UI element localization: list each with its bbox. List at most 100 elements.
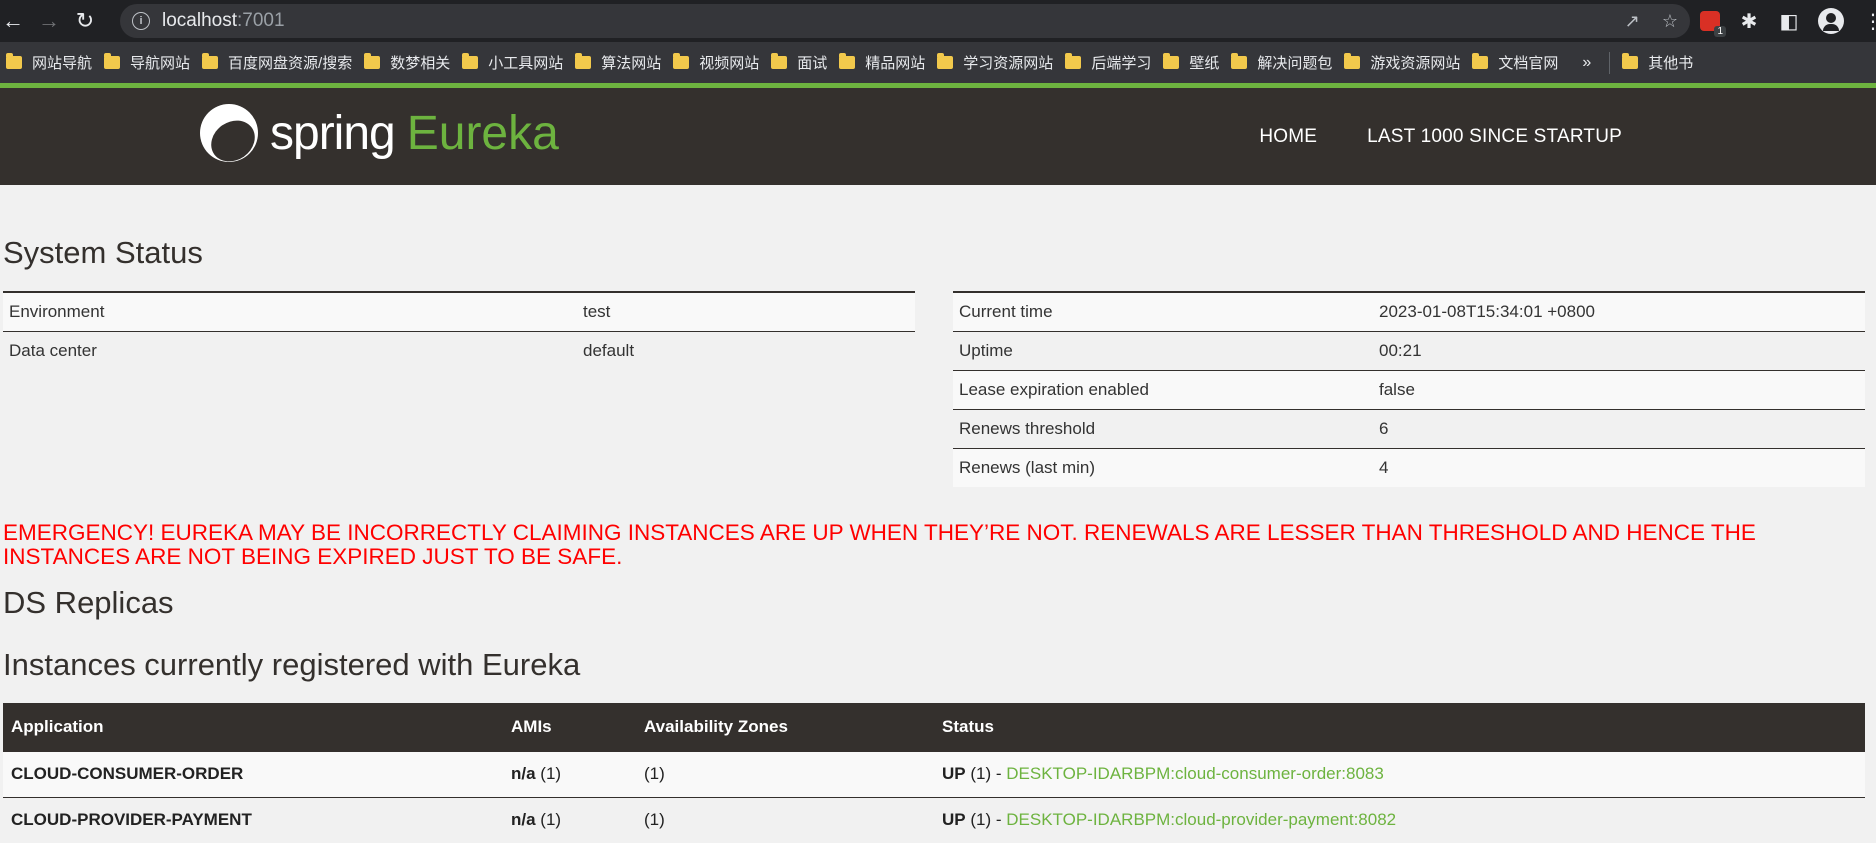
address-bar[interactable]: i localhost:7001 ↗ ☆ — [120, 4, 1690, 38]
bookmark-folder[interactable]: 精品网站 — [837, 48, 935, 78]
status-value: 4 — [1373, 447, 1865, 487]
table-row: CLOUD-CONSUMER-ORDER n/a (1) (1) UP (1) … — [3, 750, 1865, 797]
table-row: Data center default — [3, 330, 915, 370]
instance-link[interactable]: DESKTOP-IDARBPM:cloud-consumer-order:808… — [1006, 764, 1384, 783]
nav-last-1000-link[interactable]: LAST 1000 SINCE STARTUP — [1367, 126, 1622, 148]
system-status-heading: System Status — [3, 235, 203, 270]
status-value: 2023-01-08T15:34:01 +0800 — [1373, 291, 1865, 331]
bookmark-folder[interactable]: 解决问题包 — [1229, 48, 1342, 78]
system-status-right-table: Current time 2023-01-08T15:34:01 +0800 U… — [953, 291, 1865, 487]
bookmarks-divider — [1609, 51, 1611, 74]
extension-badge: 1 — [1714, 26, 1726, 37]
bookmark-folder[interactable]: 文档官网 — [1470, 48, 1568, 78]
folder-icon — [6, 53, 22, 69]
top-nav: HOME LAST 1000 SINCE STARTUP — [1259, 88, 1622, 185]
folder-icon — [1472, 53, 1489, 69]
bookmark-folder[interactable]: 后端学习 — [1063, 48, 1161, 78]
amis-cell: n/a (1) — [503, 750, 636, 797]
browser-toolbar: ← → ↻ i localhost:7001 ↗ ☆ 1 ✱ ◧ ⋮ — [0, 0, 1876, 42]
bookmark-folder[interactable]: 视频网站 — [671, 48, 769, 78]
amis-cell: n/a (1) — [503, 796, 636, 843]
folder-icon — [1622, 53, 1639, 69]
folder-icon — [673, 53, 690, 69]
application-name: CLOUD-CONSUMER-ORDER — [3, 750, 503, 797]
instances-table: Application AMIs Availability Zones Stat… — [3, 703, 1865, 843]
availability-zones-cell: (1) — [636, 750, 934, 797]
bookmarks-bar: 网站导航 导航网站 百度网盘资源/搜索 数梦相关 小工具网站 算法网站 视频网站… — [0, 42, 1876, 83]
reload-icon[interactable]: ↻ — [72, 8, 98, 34]
spring-eureka-logo[interactable]: spring Eureka — [200, 102, 559, 164]
status-key: Current time — [953, 291, 1373, 331]
folder-icon — [202, 53, 219, 69]
status-value: 00:21 — [1373, 330, 1865, 370]
status-key: Lease expiration enabled — [953, 369, 1373, 409]
table-row: Current time 2023-01-08T15:34:01 +0800 — [953, 291, 1865, 331]
system-status-left-table: Environment test Data center default — [3, 291, 915, 370]
status-key: Data center — [3, 330, 577, 370]
back-icon[interactable]: ← — [0, 8, 26, 34]
bookmark-folder[interactable]: 小工具网站 — [460, 48, 573, 78]
folder-icon — [1231, 53, 1248, 69]
bookmarks-overflow-button[interactable]: » — [1582, 54, 1591, 72]
column-header-status: Status — [934, 703, 1865, 751]
bookmark-folder[interactable]: 网站导航 — [4, 48, 102, 78]
other-bookmarks-folder[interactable]: 其他书 — [1620, 48, 1703, 78]
folder-icon — [1163, 53, 1180, 69]
bookmark-folder[interactable]: 百度网盘资源/搜索 — [200, 48, 362, 78]
folder-icon — [1065, 53, 1082, 69]
status-key: Renews threshold — [953, 408, 1373, 448]
bookmark-folder[interactable]: 面试 — [769, 48, 837, 78]
bookmark-star-icon[interactable]: ☆ — [1662, 11, 1678, 32]
status-value: default — [577, 330, 915, 370]
status-value: 6 — [1373, 408, 1865, 448]
application-name: CLOUD-PROVIDER-PAYMENT — [3, 796, 503, 843]
table-header-row: Application AMIs Availability Zones Stat… — [3, 703, 1865, 751]
forward-icon[interactable]: → — [36, 8, 62, 34]
menu-kebab-icon[interactable]: ⋮ — [1862, 9, 1876, 34]
table-row: Uptime 00:21 — [953, 330, 1865, 370]
puzzle-extensions-icon[interactable]: ✱ — [1738, 9, 1760, 34]
bookmark-folder[interactable]: 壁纸 — [1161, 48, 1229, 78]
bookmark-folder[interactable]: 游戏资源网站 — [1342, 48, 1470, 78]
table-row: Environment test — [3, 291, 915, 331]
status-cell: UP (1) - DESKTOP-IDARBPM:cloud-consumer-… — [934, 750, 1865, 797]
share-icon[interactable]: ↗ — [1625, 11, 1640, 32]
profile-icon[interactable] — [1818, 8, 1844, 34]
folder-icon — [364, 53, 381, 69]
extension-icon[interactable]: 1 — [1700, 11, 1726, 37]
eureka-navbar: spring Eureka HOME LAST 1000 SINCE START… — [0, 88, 1876, 185]
availability-zones-cell: (1) — [636, 796, 934, 843]
side-panel-icon[interactable]: ◧ — [1778, 9, 1800, 34]
ds-replicas-heading: DS Replicas — [3, 585, 174, 620]
table-row: Renews threshold 6 — [953, 408, 1865, 448]
nav-home-link[interactable]: HOME — [1259, 126, 1317, 148]
bookmark-folder[interactable]: 数梦相关 — [362, 48, 460, 78]
status-key: Uptime — [953, 330, 1373, 370]
column-header-amis: AMIs — [503, 703, 636, 751]
status-key: Renews (last min) — [953, 447, 1373, 487]
folder-icon — [104, 53, 121, 69]
bookmark-folder[interactable]: 导航网站 — [102, 48, 200, 78]
folder-icon — [771, 53, 788, 69]
url-text[interactable]: localhost:7001 — [162, 10, 285, 32]
folder-icon — [839, 53, 856, 69]
logo-eureka-text: Eureka — [406, 106, 559, 160]
bookmark-folder[interactable]: 学习资源网站 — [935, 48, 1063, 78]
table-row: Lease expiration enabled false — [953, 369, 1865, 409]
folder-icon — [937, 53, 954, 69]
folder-icon — [462, 53, 479, 69]
status-cell: UP (1) - DESKTOP-IDARBPM:cloud-provider-… — [934, 796, 1865, 843]
folder-icon — [575, 53, 592, 69]
column-header-availability-zones: Availability Zones — [636, 703, 934, 751]
bookmark-folder[interactable]: 算法网站 — [573, 48, 671, 78]
spring-leaf-icon — [200, 104, 258, 162]
instance-link[interactable]: DESKTOP-IDARBPM:cloud-provider-payment:8… — [1006, 810, 1396, 829]
status-value: false — [1373, 369, 1865, 409]
status-key: Environment — [3, 291, 577, 331]
logo-spring-text: spring — [270, 106, 396, 160]
column-header-application: Application — [3, 703, 503, 751]
folder-icon — [1344, 53, 1361, 69]
site-info-icon[interactable]: i — [132, 12, 150, 30]
status-value: test — [577, 291, 915, 331]
instances-heading: Instances currently registered with Eure… — [3, 647, 581, 682]
